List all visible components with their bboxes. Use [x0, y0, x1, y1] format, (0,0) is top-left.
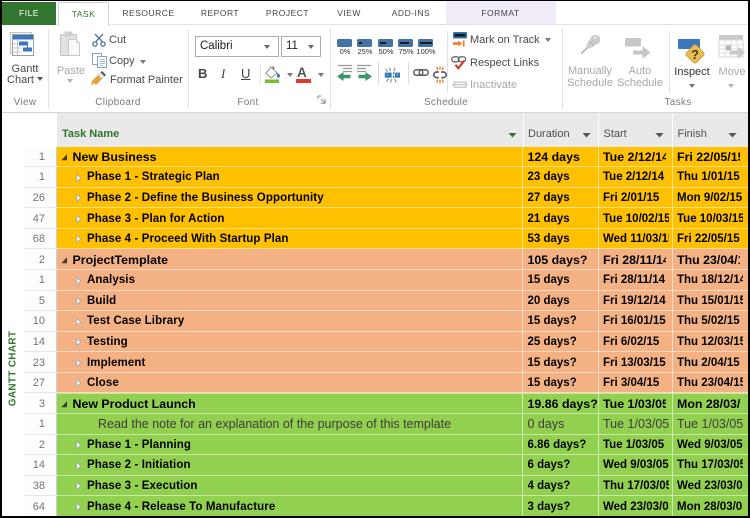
svg-text:?: ? — [691, 47, 699, 62]
